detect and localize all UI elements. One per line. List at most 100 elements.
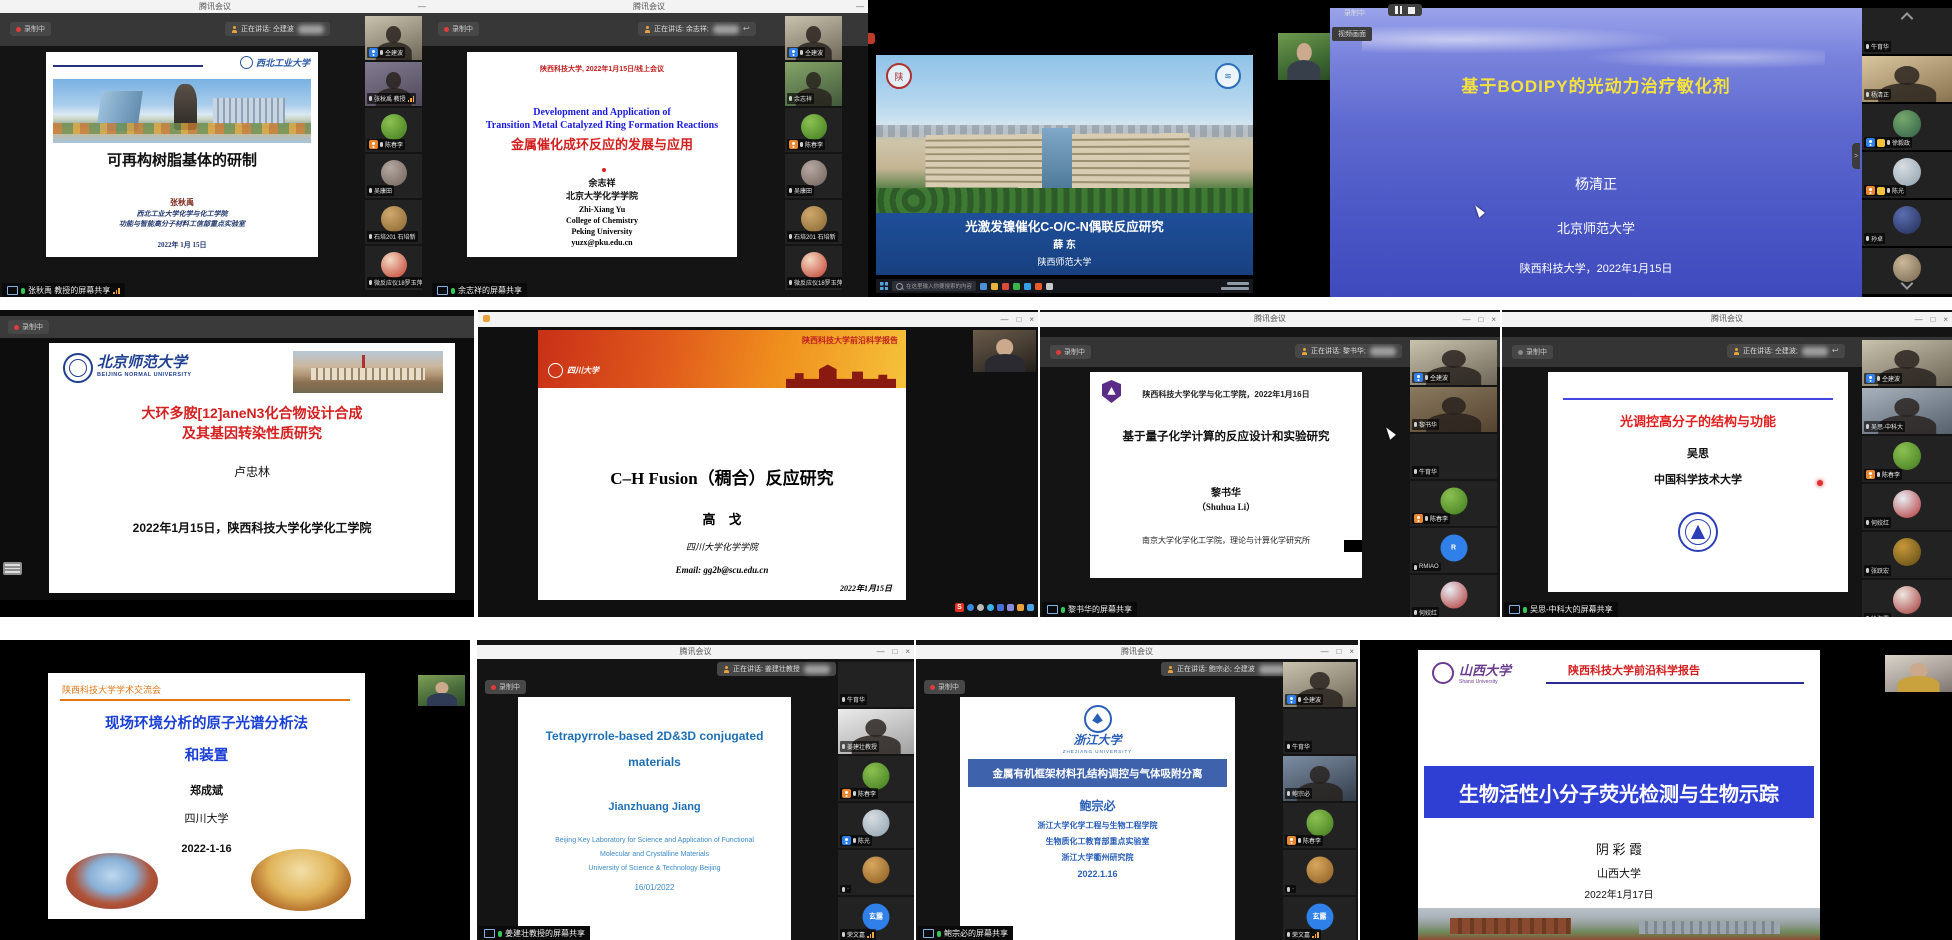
minimize-button[interactable]: —	[856, 0, 864, 13]
presenter-webcam[interactable]	[418, 675, 465, 706]
taskbar-app-icon[interactable]	[1002, 283, 1009, 290]
participant-thumb[interactable]: ·	[838, 850, 914, 895]
participant-thumb[interactable]: 吴康田	[365, 154, 422, 198]
participant-thumb[interactable]: 孙卓	[1862, 200, 1952, 246]
tray-icon[interactable]	[977, 604, 984, 611]
minimize-button[interactable]: —	[1320, 645, 1328, 659]
taskbar-app-icon[interactable]	[980, 283, 987, 290]
close-button[interactable]: ×	[1029, 312, 1034, 327]
participant-thumb[interactable]: 仝建波	[1862, 340, 1952, 386]
reply-arrow-icon[interactable]: ↩	[1832, 347, 1839, 355]
window-titlebar[interactable]: 腾讯会议 — □ ×	[1502, 312, 1952, 327]
participant-thumb[interactable]: 微反应仪18罗玉萍	[785, 246, 842, 290]
participant-thumb[interactable]: RRMIAO	[1410, 528, 1497, 573]
close-button[interactable]: ×	[1349, 645, 1354, 659]
minimize-button[interactable]: —	[1000, 312, 1008, 327]
close-button[interactable]: ×	[1943, 312, 1948, 327]
hamburger-menu-icon[interactable]	[3, 562, 22, 575]
participant-thumb[interactable]: 陈春李	[785, 108, 842, 152]
participant-thumb[interactable]: 仝建波	[1283, 662, 1356, 707]
maximize-button[interactable]: □	[892, 645, 897, 659]
minimize-button[interactable]: —	[876, 645, 884, 659]
taskbar-app-icon[interactable]	[1046, 283, 1053, 290]
participant-thumb[interactable]: 牛育华	[1283, 709, 1356, 754]
taskbar-app-icon[interactable]	[1035, 283, 1042, 290]
participant-thumb[interactable]: ·	[1283, 850, 1356, 895]
participant-thumb[interactable]: 石培201 石培新	[785, 200, 842, 244]
participant-thumb[interactable]: 仝建波	[365, 16, 422, 60]
tray-icon[interactable]	[987, 604, 994, 611]
participant-thumb[interactable]: 石培201 石培新	[365, 200, 422, 244]
system-tray[interactable]	[1221, 281, 1249, 291]
taskbar-app-icon[interactable]	[1024, 283, 1031, 290]
participant-avatar	[801, 160, 827, 186]
tray-icon[interactable]	[1007, 604, 1014, 611]
participant-thumb[interactable]: 何姣红	[1862, 484, 1952, 530]
taskbar-app-icon[interactable]	[1013, 283, 1020, 290]
participant-thumb[interactable]: 陈春李	[1283, 803, 1356, 848]
participant-thumb[interactable]: 牛育华	[1410, 434, 1497, 479]
minimize-button[interactable]: —	[1462, 312, 1470, 327]
window-titlebar[interactable]: — □ ×	[478, 312, 1038, 327]
sidebar-collapse-button[interactable]: >	[1852, 143, 1860, 169]
maximize-button[interactable]: □	[1336, 645, 1341, 659]
maximize-button[interactable]: □	[1478, 312, 1483, 327]
participant-thumb[interactable]: 张跃宏	[1862, 532, 1952, 578]
window-titlebar[interactable]: 腾讯会议 —	[0, 0, 430, 13]
tray-icon[interactable]	[997, 604, 1004, 611]
participant-thumb[interactable]: 徐毅政	[1862, 104, 1952, 150]
participant-thumb[interactable]: 陈光	[838, 803, 914, 848]
window-titlebar[interactable]: 腾讯会议 — □ ×	[916, 645, 1358, 659]
participant-thumb[interactable]: 何姣红	[1410, 575, 1497, 617]
participant-name: ·	[1285, 885, 1296, 893]
participant-thumb[interactable]: 徐海霞	[1862, 580, 1952, 617]
participant-thumb[interactable]: 陈春李	[1862, 436, 1952, 482]
participant-thumb[interactable]: 玄露荣文嘉	[838, 897, 914, 940]
minimize-button[interactable]: —	[1914, 312, 1922, 327]
start-icon[interactable]	[880, 282, 888, 290]
tray-icon[interactable]	[1027, 604, 1034, 611]
participant-thumb[interactable]	[1862, 248, 1952, 294]
presenter-webcam[interactable]	[1885, 655, 1952, 692]
pause-icon[interactable]	[1395, 6, 1402, 14]
window-titlebar[interactable]: 腾讯会议 —	[430, 0, 868, 13]
tray-icon[interactable]	[967, 604, 974, 611]
participant-thumb[interactable]: 仝建波	[1410, 340, 1497, 385]
maximize-button[interactable]: □	[1930, 312, 1935, 327]
participant-thumb[interactable]: 玄露荣文嘉	[1283, 897, 1356, 940]
participant-thumb[interactable]: 吴康田	[785, 154, 842, 198]
close-button[interactable]: ×	[1491, 312, 1496, 327]
participant-thumb[interactable]: 陈春李	[1410, 481, 1497, 526]
sogou-icon[interactable]: S	[955, 603, 964, 612]
tray-icon[interactable]	[1017, 604, 1024, 611]
participant-thumb[interactable]: 牛育华	[838, 662, 914, 707]
windows-taskbar[interactable]: 在这里输入你要搜索的内容	[876, 279, 1253, 293]
participant-thumb[interactable]: 鲍宗必	[1283, 756, 1356, 801]
window-titlebar[interactable]: 腾讯会议 — □ ×	[1040, 312, 1500, 327]
participant-thumb[interactable]: 吴思-中科大	[1862, 388, 1952, 434]
stop-icon[interactable]	[1408, 7, 1415, 14]
presenter-webcam[interactable]	[1278, 33, 1330, 80]
participant-thumb[interactable]: 牛育华	[1862, 8, 1952, 54]
participant-thumb[interactable]: 陈春李	[365, 108, 422, 152]
participant-thumb[interactable]: 杨清正	[1862, 56, 1952, 102]
minimize-button[interactable]: —	[418, 0, 426, 13]
close-button[interactable]: ×	[905, 645, 910, 659]
system-tray[interactable]: S	[955, 603, 1034, 612]
participant-thumb[interactable]: 陈春李	[838, 756, 914, 801]
recording-controls[interactable]	[1388, 4, 1422, 16]
taskbar-app-icon[interactable]	[991, 283, 998, 290]
presenter-webcam[interactable]	[973, 330, 1036, 372]
reply-arrow-icon[interactable]: ↩	[743, 25, 750, 33]
window-titlebar[interactable]: 腾讯会议 — □ ×	[477, 645, 914, 659]
participant-thumb[interactable]: 微反应仪18罗玉萍	[365, 246, 422, 290]
participant-thumb[interactable]: 余志祥	[785, 62, 842, 106]
participant-thumb[interactable]: 黎书华	[1410, 387, 1497, 432]
participant-thumb[interactable]: 陈光	[1862, 152, 1952, 198]
maximize-button[interactable]: □	[1016, 312, 1021, 327]
participant-thumb[interactable]: 张秋禹 教授	[365, 62, 422, 106]
chevron-up-icon[interactable]	[1901, 12, 1914, 25]
taskbar-search[interactable]: 在这里输入你要搜索的内容	[892, 281, 976, 291]
participant-thumb[interactable]: 仝建波	[785, 16, 842, 60]
participant-thumb[interactable]: 姜建壮教授	[838, 709, 914, 754]
